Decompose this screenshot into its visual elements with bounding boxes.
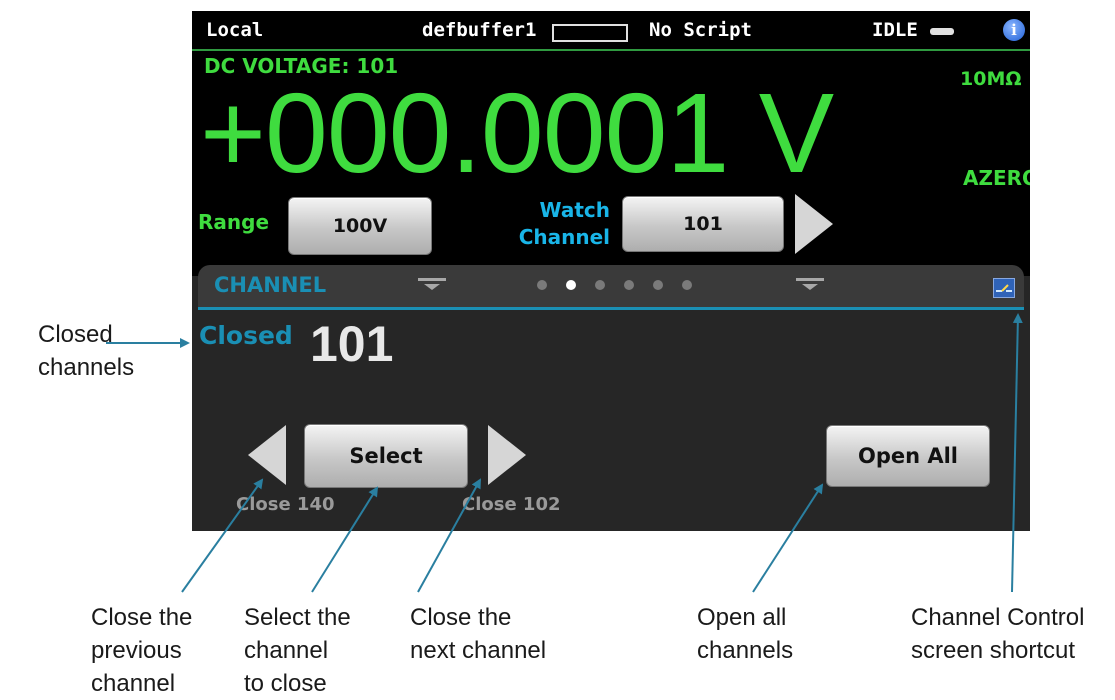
annotation-line: Channel Control: [911, 604, 1085, 631]
annotation-line: channel: [91, 670, 176, 697]
annotation-line: channels: [697, 637, 794, 664]
annotation-line: channel: [244, 637, 329, 664]
annotation-line: screen shortcut: [911, 637, 1076, 664]
annotation-shortcut: Channel Control screen shortcut: [911, 601, 1084, 667]
arrow-close-previous: [181, 478, 264, 593]
annotation-open-all: Open all channels: [697, 601, 793, 667]
annotation-line: Open all: [697, 604, 787, 631]
annotation-close-next: Close the next channel: [410, 601, 546, 667]
annotation-arrows: [106, 313, 1023, 593]
arrow-select: [311, 486, 379, 593]
annotation-close-previous: Close the previous channel: [91, 601, 192, 700]
arrow-close-next: [417, 478, 481, 593]
annotation-line: channels: [38, 354, 135, 381]
annotation-closed-channels: Closed channels: [38, 318, 134, 384]
annotation-line: Closed: [38, 321, 113, 348]
annotation-line: previous: [91, 637, 182, 664]
arrow-open-all: [752, 483, 824, 593]
annotation-line: next channel: [410, 637, 547, 664]
annotation-line: Close the: [410, 604, 512, 631]
annotation-select-channel: Select the channel to close: [244, 601, 351, 700]
annotation-line: to close: [244, 670, 327, 697]
arrow-shortcut: [1011, 313, 1023, 593]
annotation-line: Select the: [244, 604, 351, 631]
annotation-line: Close the: [91, 604, 193, 631]
